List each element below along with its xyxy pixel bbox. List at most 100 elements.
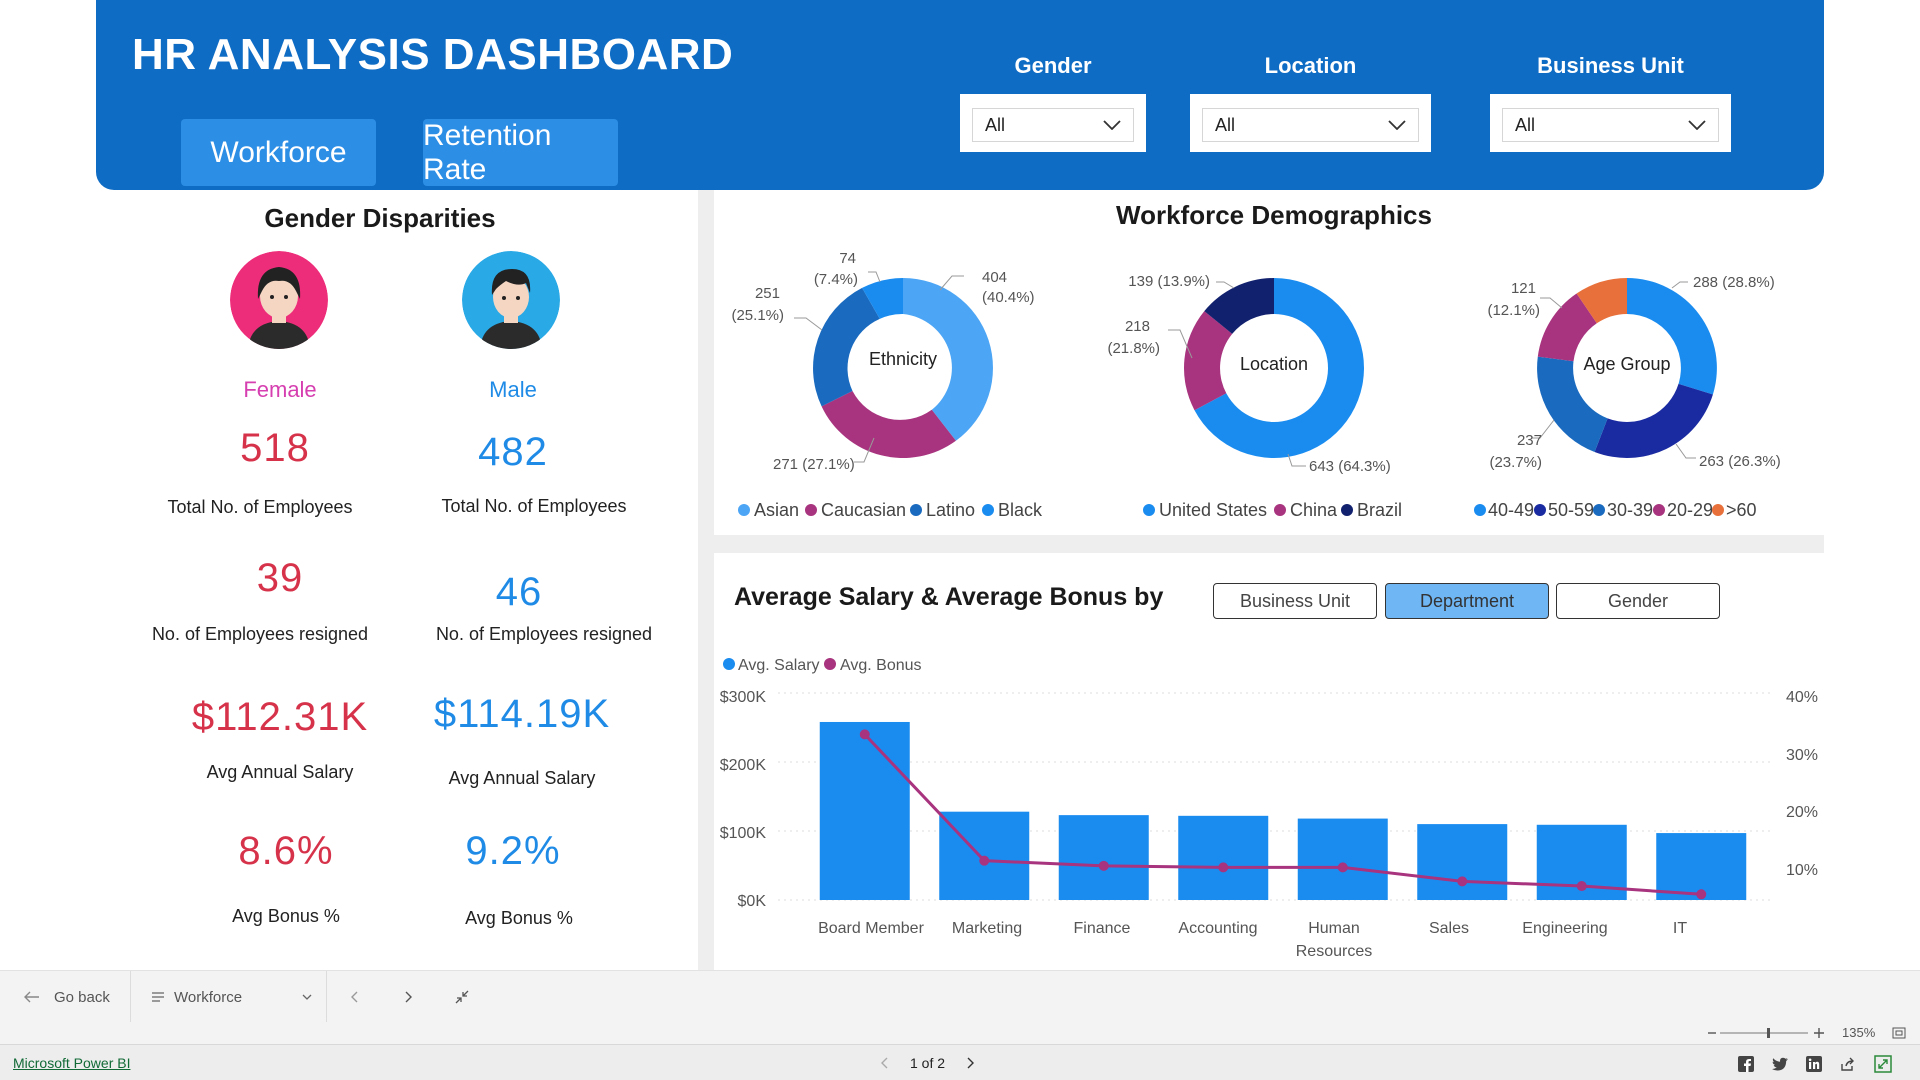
male-resigned-label: No. of Employees resigned	[435, 624, 653, 644]
x-label-human: Human	[1308, 920, 1360, 937]
pager-label: 1 of 2	[910, 1055, 946, 1071]
twitter-icon[interactable]	[1772, 1057, 1788, 1071]
age-group-donut[interactable]: Age Group	[1537, 278, 1717, 458]
salary-bar[interactable]	[1058, 815, 1149, 900]
toggle-gender-button[interactable]: Gender	[1556, 583, 1720, 619]
pager-next-icon[interactable]	[967, 1057, 975, 1069]
toggle-department-button[interactable]: Department	[1385, 583, 1549, 619]
age-3039-pct: (23.7%)	[1489, 454, 1542, 471]
age-group-legend: 40-49 50-59 30-39 20-29 >60	[1474, 500, 1757, 520]
zoom-slider[interactable]	[1706, 1025, 1826, 1041]
toggle-business-unit-button[interactable]: Business Unit	[1213, 583, 1377, 619]
ethnicity-black-value: 74	[839, 250, 856, 267]
gender-disparities-title: Gender Disparities	[264, 203, 496, 233]
footer-bar: Microsoft Power BI 1 of 2	[0, 1044, 1920, 1080]
legend-age-3039: 30-39	[1607, 500, 1653, 520]
demographics-donuts: Workforce Demographics Ethnicity 404 (40…	[731, 200, 1781, 520]
gender-filter-label: Gender	[1014, 53, 1092, 78]
legend-avg-bonus: Avg. Bonus	[840, 657, 922, 674]
share-icons	[1738, 1055, 1892, 1073]
age-4049-slice[interactable]	[1627, 278, 1717, 395]
age-group-center-label: Age Group	[1583, 354, 1670, 374]
ethnicity-legend: Asian Caucasian Latino Black	[738, 500, 1043, 520]
female-total-label: Total No. of Employees	[167, 497, 353, 517]
panel-divider-horizontal	[714, 535, 1824, 553]
male-salary-label: Avg Annual Salary	[448, 768, 596, 788]
bonus-point[interactable]	[1218, 862, 1229, 873]
y2-tick-20: 20%	[1786, 804, 1818, 821]
salary-bar[interactable]	[819, 721, 910, 900]
bonus-point[interactable]	[1576, 881, 1587, 892]
age-5059-slice[interactable]	[1594, 383, 1713, 458]
salary-bars	[819, 721, 1747, 900]
fullscreen-icon[interactable]	[1874, 1055, 1892, 1073]
go-back-button[interactable]: Go back	[24, 971, 110, 1023]
location-select[interactable]: All	[1202, 108, 1419, 142]
age-5059-value: 263 (26.3%)	[1699, 453, 1781, 470]
ethnicity-caucasian-slice[interactable]	[821, 391, 956, 458]
page-select-dropdown[interactable]: Workforce	[152, 971, 312, 1023]
bonus-point[interactable]	[859, 729, 870, 740]
location-china-value: 218	[1125, 318, 1150, 335]
pager-previous-icon[interactable]	[880, 1057, 888, 1069]
fit-to-page-icon[interactable]	[1892, 1026, 1906, 1040]
previous-page-button[interactable]	[350, 971, 358, 1023]
bar-separator	[130, 971, 131, 1023]
location-filter-label: Location	[1264, 53, 1357, 78]
male-avatar-icon	[462, 251, 560, 349]
salary-bar[interactable]	[1297, 818, 1388, 900]
business-unit-select[interactable]: All	[1502, 108, 1719, 142]
female-avatar-icon	[230, 251, 328, 349]
ethnicity-donut[interactable]: Ethnicity	[813, 278, 993, 458]
facebook-icon[interactable]	[1738, 1056, 1754, 1072]
legend-black: Black	[998, 500, 1043, 520]
female-salary-value: $112.31K	[191, 695, 369, 739]
bonus-point[interactable]	[1337, 862, 1348, 873]
male-salary-value: $114.19K	[433, 692, 611, 736]
share-icon[interactable]	[1840, 1056, 1856, 1072]
salary-bar[interactable]	[1417, 824, 1508, 900]
location-filter[interactable]: All	[1190, 94, 1431, 152]
nav-workforce-button[interactable]: Workforce	[181, 119, 376, 186]
zoom-level: 135%	[1842, 1025, 1876, 1040]
salary-bar[interactable]	[1178, 815, 1269, 900]
panel-divider	[698, 190, 714, 970]
salary-chart-title: Average Salary & Average Bonus by	[734, 583, 1164, 611]
x-axis: Board Member Marketing Finance Accountin…	[818, 920, 1687, 960]
location-brazil-value: 139 (13.9%)	[1128, 273, 1210, 290]
report-navigation-bar: Go back Workforce	[0, 970, 1920, 1023]
age-4049-value: 288 (28.8%)	[1693, 274, 1775, 291]
chevron-down-icon	[1688, 120, 1706, 130]
chevron-left-icon	[351, 991, 358, 1003]
page-select-value: Workforce	[174, 988, 243, 1006]
location-donut[interactable]: Location	[1184, 278, 1364, 458]
ethnicity-latino-slice[interactable]	[813, 287, 880, 407]
chevron-down-icon	[302, 994, 312, 1000]
bonus-point[interactable]	[1696, 889, 1707, 900]
female-salary-label: Avg Annual Salary	[206, 762, 354, 782]
power-bi-link[interactable]: Microsoft Power BI	[13, 1055, 130, 1071]
gender-filter[interactable]: All	[960, 94, 1146, 152]
gender-select[interactable]: All	[972, 108, 1134, 142]
location-china-pct: (21.8%)	[1107, 340, 1160, 357]
legend-brazil: Brazil	[1357, 500, 1402, 520]
bonus-point[interactable]	[1098, 860, 1109, 871]
y-tick-200k: $200K	[720, 757, 767, 774]
x-label-sales: Sales	[1429, 920, 1469, 937]
legend-caucasian: Caucasian	[821, 500, 906, 520]
bar-separator	[326, 971, 327, 1023]
exit-fullscreen-button[interactable]	[455, 971, 469, 1023]
legend-age-60: >60	[1726, 500, 1757, 520]
nav-retention-button[interactable]: Retention Rate	[423, 119, 618, 186]
zoom-bar: 135%	[0, 1022, 1920, 1044]
linkedin-icon[interactable]	[1806, 1056, 1822, 1072]
male-total-value: 482	[478, 430, 548, 474]
y2-tick-30: 30%	[1786, 747, 1818, 764]
business-unit-filter[interactable]: All	[1490, 94, 1731, 152]
bonus-point[interactable]	[1457, 876, 1468, 887]
bonus-point[interactable]	[979, 855, 990, 866]
next-page-button[interactable]	[405, 971, 413, 1023]
female-resigned-label: No. of Employees resigned	[151, 624, 369, 644]
x-label-board-member: Board Member	[818, 920, 924, 937]
female-bonus-label: Avg Bonus %	[232, 906, 340, 926]
